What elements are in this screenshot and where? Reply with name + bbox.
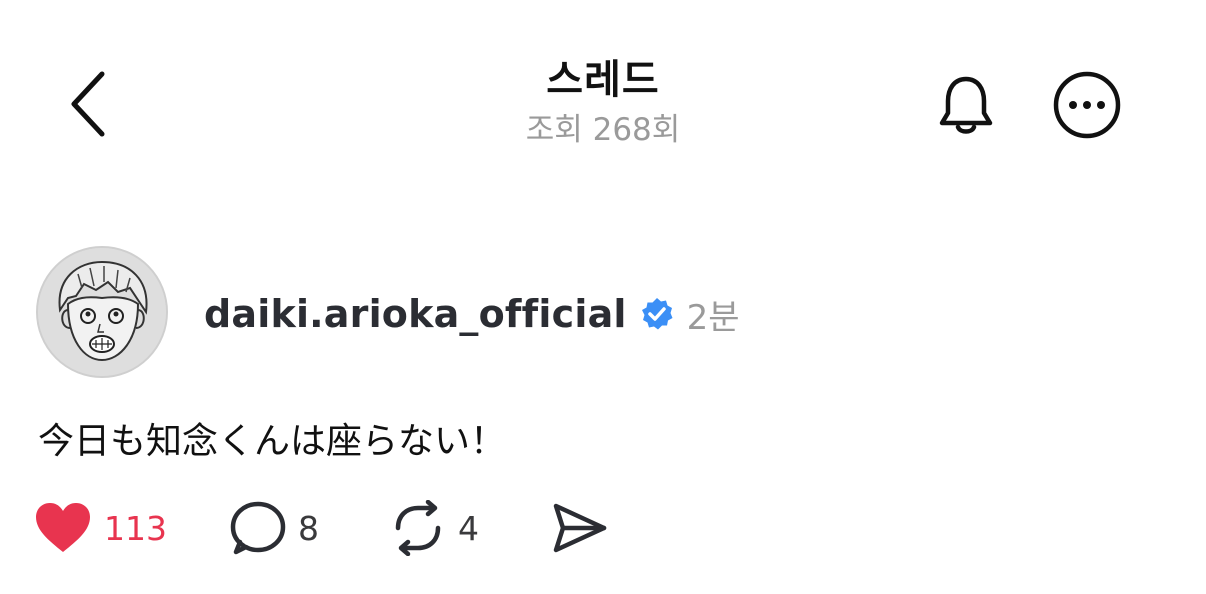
heart-filled-icon: [36, 503, 90, 552]
title-block: 스레드 조회 268회: [403, 54, 803, 152]
share-button[interactable]: [550, 498, 608, 558]
bell-icon: [939, 76, 993, 134]
verified-badge-icon: [639, 296, 675, 332]
reply-count: 8: [298, 508, 319, 548]
repost-count: 4: [458, 508, 479, 548]
like-button[interactable]: 113: [34, 498, 167, 558]
more-options-button[interactable]: [1050, 68, 1124, 142]
author-username[interactable]: daiki.arioka_official: [204, 292, 627, 336]
back-button[interactable]: [58, 66, 118, 142]
more-horizontal-icon: [1053, 71, 1121, 139]
notification-button[interactable]: [928, 70, 1004, 140]
chevron-left-icon: [71, 71, 105, 137]
post-time: 2분: [686, 297, 740, 338]
avatar-illustration: [38, 248, 166, 376]
post-text: 今日も知念くんは座らない！: [38, 421, 507, 462]
send-icon: [553, 503, 607, 553]
repost-button[interactable]: 4: [390, 498, 479, 558]
reply-button[interactable]: 8: [230, 498, 319, 558]
repost-icon: [395, 500, 441, 556]
post-header: daiki.arioka_official 2분: [204, 286, 740, 342]
view-count: 조회 268회: [525, 112, 681, 148]
top-bar: 스레드 조회 268회: [0, 0, 1206, 200]
page-title: 스레드: [546, 57, 660, 103]
post-actions: 113 8 4: [34, 498, 674, 558]
comment-bubble-icon: [230, 501, 286, 555]
avatar[interactable]: [36, 246, 168, 378]
like-count: 113: [104, 508, 167, 548]
